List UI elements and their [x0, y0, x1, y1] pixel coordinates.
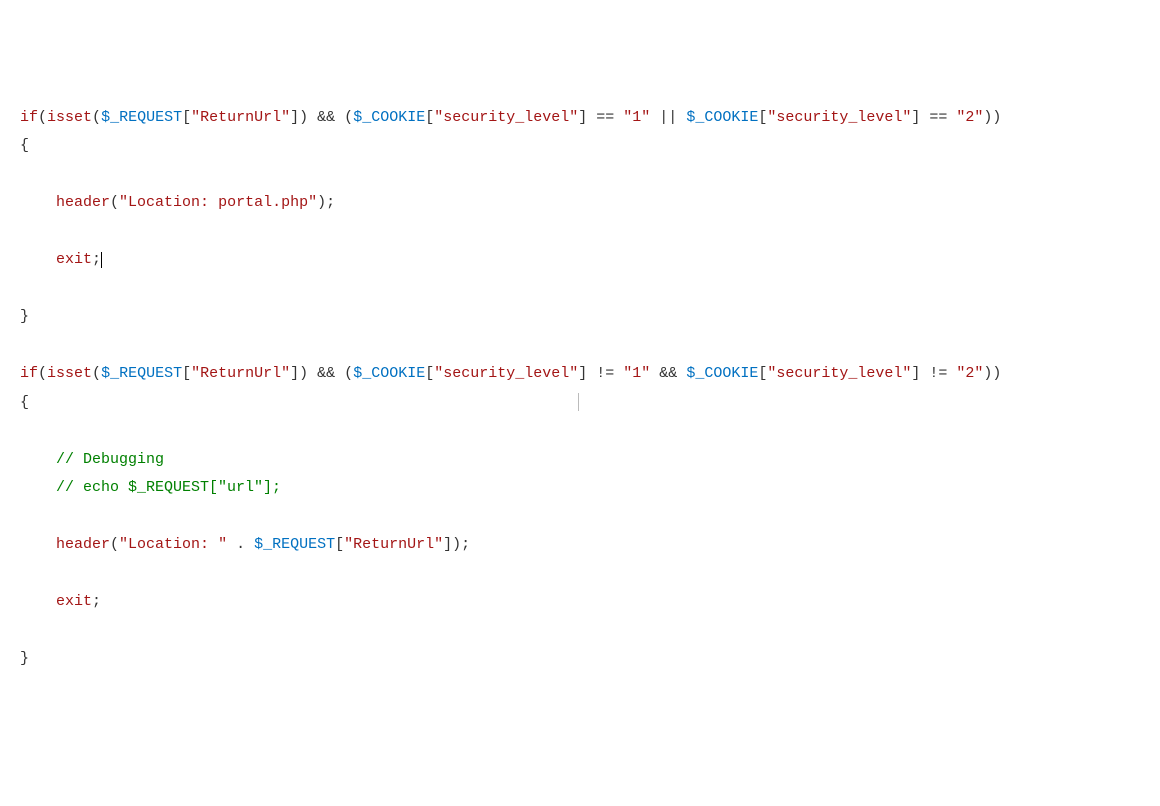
keyword-if: if: [20, 109, 38, 126]
indent: [20, 536, 56, 553]
var-request: $_REQUEST: [254, 536, 335, 553]
bracket: [: [182, 365, 191, 382]
code-line: if(isset($_REQUEST["ReturnUrl"]) && ($_C…: [20, 365, 1001, 382]
operator-neq: !=: [920, 365, 956, 382]
var-cookie: $_COOKIE: [353, 365, 425, 382]
var-request: $_REQUEST: [101, 365, 182, 382]
bracket: [: [758, 109, 767, 126]
paren: (: [110, 536, 119, 553]
operator-and: &&: [308, 109, 344, 126]
keyword-isset: isset: [47, 109, 92, 126]
paren: (: [38, 365, 47, 382]
code-line: {: [20, 394, 579, 411]
indent: [20, 479, 56, 496]
indent: [20, 194, 56, 211]
code-line: if(isset($_REQUEST["ReturnUrl"]) && ($_C…: [20, 109, 1001, 126]
bracket: ]: [290, 109, 299, 126]
code-line: // echo $_REQUEST["url"];: [20, 479, 281, 496]
comment: // echo $_REQUEST["url"];: [56, 479, 281, 496]
string-literal: "Location: portal.php": [119, 194, 317, 211]
string-literal: "security_level": [767, 365, 911, 382]
paren: (: [38, 109, 47, 126]
paren: ): [299, 109, 308, 126]
keyword-exit: exit: [56, 251, 92, 268]
code-line: header("Location: portal.php");: [20, 194, 335, 211]
code-line: }: [20, 650, 29, 667]
paren: (: [92, 109, 101, 126]
var-cookie: $_COOKIE: [686, 109, 758, 126]
operator-eq: ==: [587, 109, 623, 126]
operator-and: &&: [650, 365, 686, 382]
string-literal: "security_level": [434, 109, 578, 126]
keyword-if: if: [20, 365, 38, 382]
string-literal: "Location: ": [119, 536, 227, 553]
bracket: [: [182, 109, 191, 126]
code-line: }: [20, 308, 29, 325]
code-line: header("Location: " . $_REQUEST["ReturnU…: [20, 536, 470, 553]
indent: [20, 593, 56, 610]
keyword-header: header: [56, 536, 110, 553]
string-literal: "2": [956, 109, 983, 126]
bracket: [: [335, 536, 344, 553]
paren: )): [983, 365, 1001, 382]
bracket: ]: [290, 365, 299, 382]
operator-or: ||: [650, 109, 686, 126]
string-literal: "ReturnUrl": [191, 109, 290, 126]
string-literal: "ReturnUrl": [191, 365, 290, 382]
string-literal: "1": [623, 109, 650, 126]
paren: ): [299, 365, 308, 382]
bracket: ]: [578, 365, 587, 382]
semicolon: ;: [92, 593, 101, 610]
keyword-isset: isset: [47, 365, 92, 382]
indent: [20, 451, 56, 468]
string-literal: "2": [956, 365, 983, 382]
text-cursor-icon: [101, 252, 102, 269]
bracket: [: [425, 109, 434, 126]
string-literal: "security_level": [434, 365, 578, 382]
string-literal: "1": [623, 365, 650, 382]
code-line: exit;: [20, 593, 101, 610]
bracket: ]: [443, 536, 452, 553]
string-literal: "ReturnUrl": [344, 536, 443, 553]
operator-eq: ==: [920, 109, 956, 126]
paren: );: [452, 536, 470, 553]
code-block[interactable]: if(isset($_REQUEST["ReturnUrl"]) && ($_C…: [20, 104, 1140, 674]
paren: )): [983, 109, 1001, 126]
indent: [20, 251, 56, 268]
var-cookie: $_COOKIE: [353, 109, 425, 126]
code-line: {: [20, 137, 29, 154]
code-line: exit;: [20, 251, 102, 268]
bracket: [: [425, 365, 434, 382]
paren: );: [317, 194, 335, 211]
var-cookie: $_COOKIE: [686, 365, 758, 382]
operator-and: &&: [308, 365, 344, 382]
bracket: [: [758, 365, 767, 382]
string-literal: "security_level": [767, 109, 911, 126]
ibeam-cursor-icon: [578, 393, 579, 411]
comment: // Debugging: [56, 451, 164, 468]
operator-concat: .: [227, 536, 254, 553]
bracket: ]: [578, 109, 587, 126]
paren: (: [344, 109, 353, 126]
paren: (: [344, 365, 353, 382]
var-request: $_REQUEST: [101, 109, 182, 126]
keyword-header: header: [56, 194, 110, 211]
paren: (: [110, 194, 119, 211]
code-line: // Debugging: [20, 451, 164, 468]
semicolon: ;: [92, 251, 101, 268]
operator-neq: !=: [587, 365, 623, 382]
brace: {: [20, 394, 29, 411]
paren: (: [92, 365, 101, 382]
keyword-exit: exit: [56, 593, 92, 610]
